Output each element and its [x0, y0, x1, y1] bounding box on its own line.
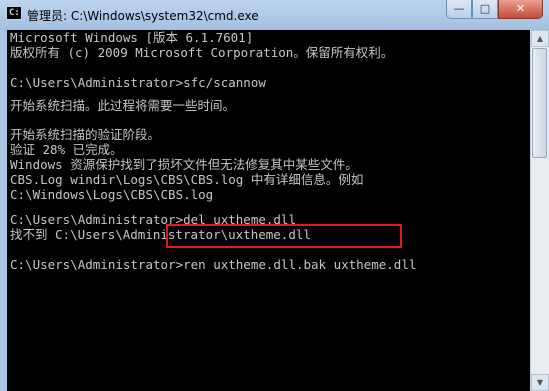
scroll-up-arrow-icon[interactable]: ▲ [531, 30, 549, 47]
console-line: 开始系统扫描的验证阶段。 [10, 127, 161, 142]
window-title: 管理员: C:\Windows\system32\cmd.exe [27, 9, 259, 23]
console-line: C:\Users\Administrator>sfc/scannow [10, 75, 266, 90]
console-line: 开始系统扫描。此过程将需要一些时间。 [10, 98, 236, 113]
title-bar[interactable]: C: 管理员: C:\Windows\system32\cmd.exe — □ … [0, 0, 549, 30]
console-line: 版权所有 (c) 2009 Microsoft Corporation。保留所有… [10, 45, 394, 60]
maximize-button[interactable]: □ [472, 0, 498, 19]
console-output[interactable]: Microsoft Windows [版本 6.1.7601] 版权所有 (c)… [7, 30, 530, 391]
highlight-box [166, 224, 402, 248]
minimize-button[interactable]: — [446, 0, 472, 19]
scroll-thumb[interactable] [532, 48, 547, 158]
console-line: Windows 资源保护找到了损坏文件但无法修复其中某些文件。 [10, 157, 358, 172]
window-controls: — □ ✕ [446, 0, 543, 20]
console-line: Microsoft Windows [版本 6.1.7601] [10, 30, 254, 45]
cmd-icon[interactable]: C: [6, 6, 22, 20]
cmd-window: C: 管理员: C:\Windows\system32\cmd.exe — □ … [0, 0, 549, 391]
vertical-scrollbar[interactable]: ▲ ▼ [530, 30, 549, 391]
console-line: 验证 28% 已完成。 [10, 142, 123, 157]
console-line: C:\Windows\Logs\CBS\CBS.log [10, 187, 214, 202]
close-button[interactable]: ✕ [498, 0, 543, 19]
console-line: C:\Users\Administrator>ren uxtheme.dll.b… [10, 257, 417, 272]
scroll-down-arrow-icon[interactable]: ▼ [531, 374, 549, 391]
console-line: CBS.Log windir\Logs\CBS\CBS.log 中有详细信息。例… [10, 172, 364, 187]
